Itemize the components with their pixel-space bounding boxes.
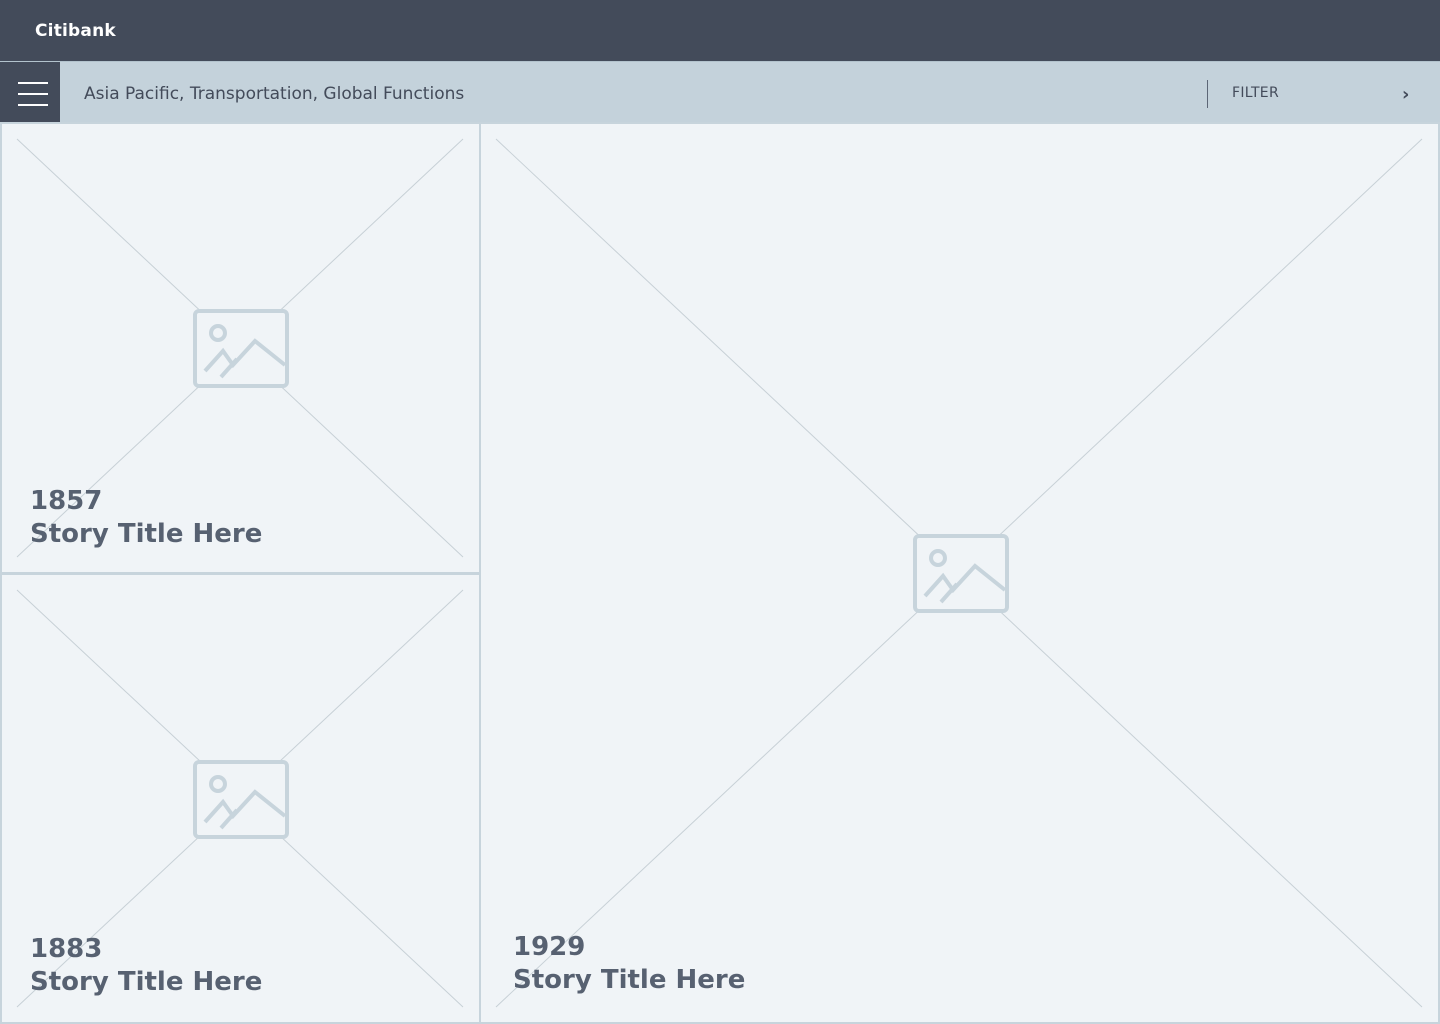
story-card[interactable]: 1857 Story Title Here [0,122,481,574]
story-year: 1929 [513,932,586,962]
story-meta: 1883 Story Title Here [30,933,262,999]
top-bar: Citibank [0,0,1440,61]
active-filters-text: Asia Pacific, Transportation, Global Fun… [84,84,465,104]
chevron-right-icon[interactable]: › [1402,84,1409,105]
story-meta: 1929 Story Title Here [513,931,745,997]
story-title: Story Title Here [30,519,263,549]
hamburger-line [18,104,48,106]
hamburger-menu-icon [18,82,48,84]
story-title: Story Title Here [30,967,263,997]
filter-button[interactable]: FILTER [1232,85,1279,101]
divider [1207,80,1208,108]
menu-button[interactable] [0,62,60,124]
story-card[interactable]: 1883 Story Title Here [0,573,481,1024]
story-year: 1857 [30,486,103,516]
story-title: Story Title Here [513,965,746,995]
story-card-featured[interactable]: 1929 Story Title Here [479,122,1440,1024]
story-year: 1883 [30,934,103,964]
brand-logo-text[interactable]: Citibank [35,21,116,41]
image-placeholder-icon [193,309,289,388]
image-placeholder-icon [193,760,289,839]
filter-bar: Asia Pacific, Transportation, Global Fun… [0,61,1440,124]
story-meta: 1857 Story Title Here [30,485,262,551]
hamburger-line [18,93,48,95]
image-placeholder-icon [913,534,1009,613]
